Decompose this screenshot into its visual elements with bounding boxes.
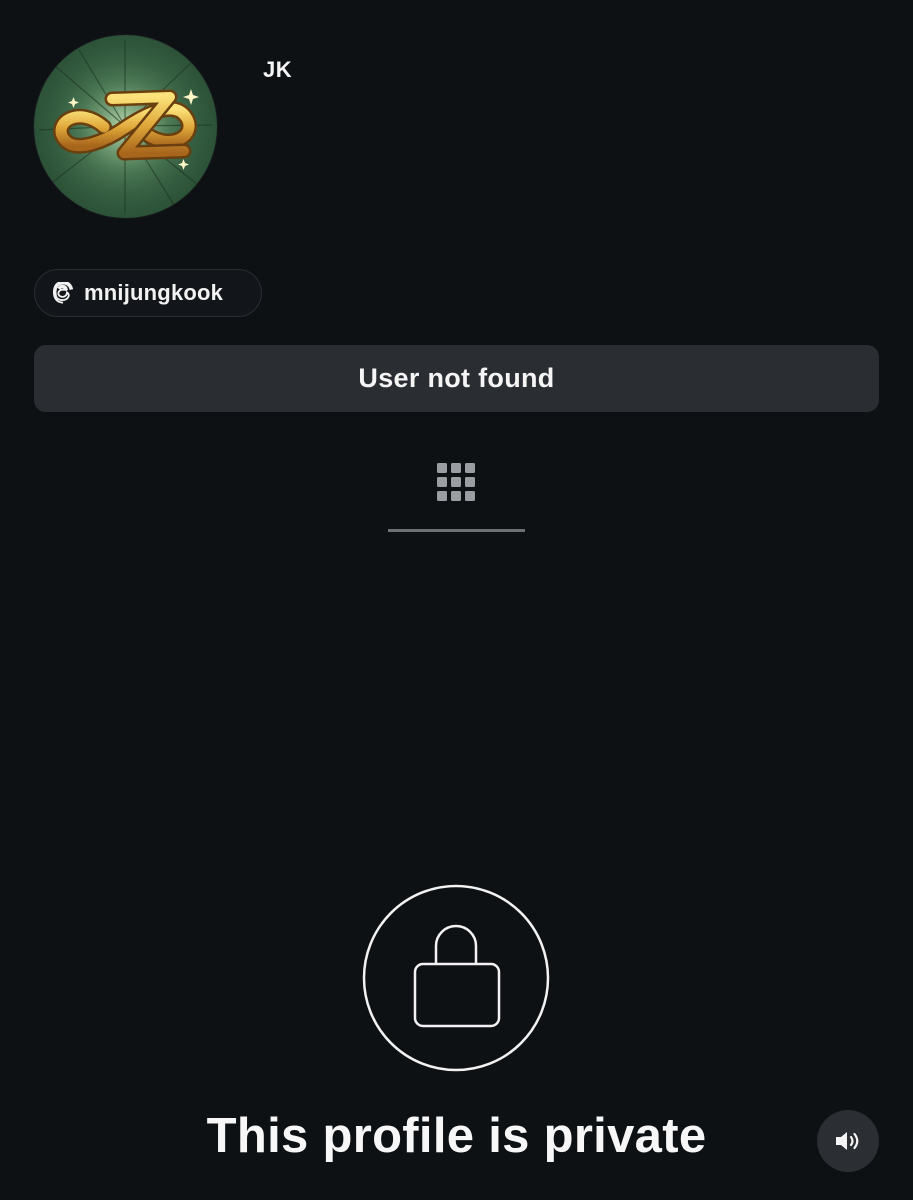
threads-at-icon: [51, 281, 75, 305]
threads-handle-badge[interactable]: mnijungkook: [34, 269, 262, 317]
speaker-icon: [836, 1132, 859, 1150]
private-profile-message: This profile is private: [206, 1109, 707, 1163]
gold-ampersand-logo-icon: [38, 40, 213, 213]
threads-handle: mnijungkook: [84, 280, 224, 305]
grid-icon: [437, 463, 475, 501]
user-not-found-button[interactable]: User not found: [34, 345, 879, 412]
display-name: JK: [263, 57, 293, 82]
active-tab-indicator: [388, 529, 525, 532]
lock-icon: [362, 884, 550, 1072]
avatar[interactable]: [34, 35, 217, 218]
sound-toggle-button[interactable]: [817, 1110, 879, 1172]
tab-grid[interactable]: [388, 455, 525, 532]
